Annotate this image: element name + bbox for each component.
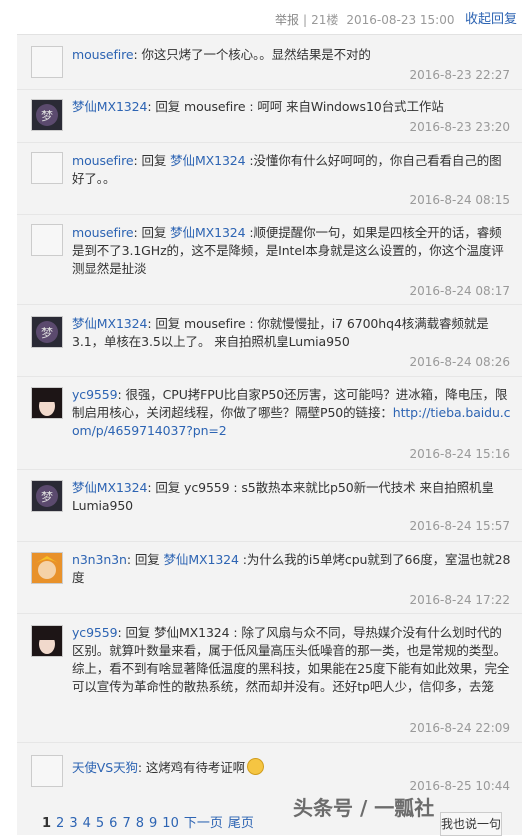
page-link[interactable]: 6 [109,816,117,831]
divider [17,304,522,305]
comment-time: 2016-8-24 08:17 [409,284,511,298]
comment-text: : 回复 mousefire : 呵呵 来自Windows10台式工作站 [147,99,444,114]
floor-meta: 举报 | 21楼 2016-08-23 15:00 [275,13,455,27]
username[interactable]: mousefire [72,153,134,168]
divider [17,541,522,542]
username[interactable]: yc9559 [72,387,118,402]
avatar[interactable] [31,152,63,184]
pagination: 1 2 3 4 5 6 7 8 9 10 下一页 尾页 [42,812,259,831]
floor-number: 21楼 [311,13,339,27]
avatar[interactable] [31,224,63,256]
comment-time: 2016-8-24 15:57 [409,519,511,533]
last-page-link[interactable]: 尾页 [228,816,254,831]
divider [17,142,522,143]
avatar[interactable]: 梦 [31,316,63,348]
page-link[interactable]: 2 [56,816,64,831]
reply-to-user[interactable]: 梦仙MX1324 [164,552,239,567]
comment-time: 2016-8-23 22:27 [409,68,511,82]
username[interactable]: 梦仙MX1324 [72,99,147,114]
reply-to-user[interactable]: 梦仙MX1324 [170,225,245,240]
comment-time: 2016-8-24 08:15 [409,193,511,207]
page-link[interactable]: 4 [83,816,91,831]
page-link[interactable]: 8 [136,816,144,831]
svg-text:梦: 梦 [41,326,53,340]
post-time: 2016-08-23 15:00 [346,13,455,27]
avatar[interactable] [31,625,63,657]
avatar[interactable] [31,387,63,419]
svg-text:梦: 梦 [41,109,53,123]
username[interactable]: 梦仙MX1324 [72,480,147,495]
comment-time: 2016-8-23 23:20 [409,120,511,134]
avatar[interactable]: 梦 [31,480,63,512]
page-link[interactable]: 3 [69,816,77,831]
reply-to-user[interactable]: 梦仙MX1324 [170,153,245,168]
avatar[interactable] [31,552,63,584]
username[interactable]: 梦仙MX1324 [72,316,147,331]
comment-item: 梦 梦仙MX1324: 回复 mousefire : 呵呵 来自Windows1… [17,96,522,136]
comment-item: yc9559: 很强，CPU拷FPU比自家P50还厉害，这可能吗？进冰箱，降电压… [17,384,522,464]
divider [17,613,522,614]
page-link[interactable]: 7 [122,816,130,831]
report-link[interactable]: 举报 [275,13,299,27]
reply-input-button[interactable]: 我也说一句 [440,812,502,836]
watermark-text: 头条号 / 一瓢社 [293,796,435,820]
page-link[interactable]: 9 [149,816,157,831]
comment-text: : 你这只烤了一个核心。。显然结果是不对的 [133,47,371,62]
page-link[interactable]: 10 [162,816,179,831]
comment-text: : 回复 梦仙MX1324 : 除了风扇与众不同，导热媒介没有什么划时代的区别。… [72,625,510,694]
svg-text:梦: 梦 [41,490,53,504]
divider [17,469,522,470]
divider [17,89,522,90]
divider [17,214,522,215]
divider [17,376,522,377]
comment-item: mousefire: 回复 梦仙MX1324 :没懂你有什么好呵呵的，你自己看看… [17,150,522,208]
comment-time: 2016-8-24 08:26 [409,355,511,369]
divider [17,742,522,743]
collapse-replies-button[interactable]: 收起回复 [465,8,517,27]
avatar[interactable] [31,755,63,787]
comment-item: 梦 梦仙MX1324: 回复 yc9559 : s5散热本来就比p50新一代技术… [17,477,522,535]
comment-time: 2016-8-24 15:16 [409,447,511,461]
comment-time: 2016-8-24 22:09 [409,721,511,735]
avatar[interactable]: 梦 [31,99,63,131]
avatar[interactable] [31,46,63,78]
comment-item: mousefire: 回复 梦仙MX1324 :顺便提醒你一句，如果是四核全开的… [17,222,522,300]
username[interactable]: mousefire [72,47,134,62]
comment-item: 天使VS天狗: 这烤鸡有待考证啊 2016-8-25 10:44 [17,752,522,794]
next-page-link[interactable]: 下一页 [184,816,223,831]
comment-item: 梦 梦仙MX1324: 回复 mousefire : 你就慢慢扯，i7 6700… [17,313,522,371]
username[interactable]: mousefire [72,225,134,240]
floor-header: 举报 | 21楼 2016-08-23 15:00 收起回复 [0,0,529,36]
username[interactable]: n3n3n3n [72,552,127,567]
comment-time: 2016-8-24 17:22 [409,593,511,607]
username[interactable]: yc9559 [72,625,118,640]
comment-item: yc9559: 回复 梦仙MX1324 : 除了风扇与众不同，导热媒介没有什么划… [17,622,522,736]
comment-item: mousefire: 你这只烤了一个核心。。显然结果是不对的 2016-8-23… [17,44,522,84]
comment-time: 2016-8-25 10:44 [409,779,511,793]
comment-item: n3n3n3n: 回复 梦仙MX1324 :为什么我的i5单烤cpu就到了66度… [17,549,522,607]
page-current: 1 [42,816,52,831]
page-link[interactable]: 5 [96,816,104,831]
username[interactable]: 天使VS天狗 [72,760,138,775]
comment-text: : 这烤鸡有待考证啊 [137,760,246,775]
smile-emoji-icon [247,758,265,775]
